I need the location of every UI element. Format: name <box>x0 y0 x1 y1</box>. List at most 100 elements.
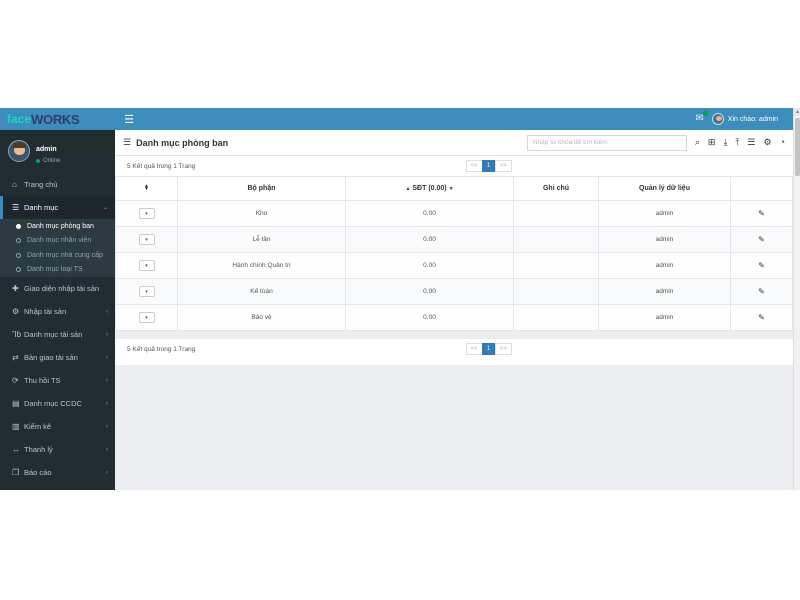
search-input[interactable] <box>526 134 687 151</box>
sidebar-subitem-danh-muc-nha-cung-cap[interactable]: Danh mục nhà cung cấp <box>0 248 115 263</box>
row-expand-button[interactable]: ▾ <box>138 312 155 323</box>
row-expand-button[interactable]: ▾ <box>138 208 155 219</box>
sidebar-subitem-label: Danh mục loại TS <box>27 266 83 274</box>
vertical-scrollbar[interactable]: ▲ <box>793 108 800 490</box>
upload-icon[interactable]: ⤒ <box>735 138 739 147</box>
table-row[interactable]: ▾ Hành chính Quản trị 0.00 admin ✎ <box>115 252 793 279</box>
messages-badge <box>702 111 708 116</box>
user-menu[interactable]: Xin chào: admin <box>711 113 778 125</box>
pagination-page-1[interactable]: 1 <box>481 160 496 172</box>
sidebar-user-status: Online <box>36 158 60 164</box>
cell-actions[interactable]: ✎ <box>730 200 793 227</box>
bullet-icon <box>16 252 21 258</box>
column-header-quan-ly-du-lieu[interactable]: Quản lý dữ liệu <box>598 176 731 201</box>
chevron-left-icon: ‹ <box>106 308 108 315</box>
sidebar-item-thanh-ly[interactable]: ↔ Thanh lý ‹ <box>0 438 115 461</box>
cell-actions[interactable]: ✎ <box>730 252 793 279</box>
cell-sdt: 0.00 <box>345 226 514 253</box>
sidebar-subitem-label: Danh mục nhà cung cấp <box>27 251 103 259</box>
table-body: ▾ Kho 0.00 admin ✎ ▾ Lễ tân 0.00 admin ✎ <box>115 200 793 331</box>
pagination-next-button[interactable]: >> <box>494 160 512 172</box>
row-expand-button[interactable]: ▾ <box>138 234 155 245</box>
chevron-left-icon: ‹ <box>106 469 108 476</box>
download-icon[interactable]: ⤓ <box>723 138 727 147</box>
transfer-icon: ⇄ <box>12 353 19 362</box>
cell-sdt: 0.00 <box>345 278 514 305</box>
sidebar-item-kiem-ke[interactable]: ▥ Kiểm kê ‹ <box>0 415 115 438</box>
table-row[interactable]: ▾ Lễ tân 0.00 admin ✎ <box>115 226 793 253</box>
sidebar-subitem-label: Danh mục nhân viên <box>27 237 92 245</box>
row-toggle-cell[interactable]: ▾ <box>115 304 178 331</box>
bullet-icon <box>16 223 21 229</box>
sidebar-item-trang-chu[interactable]: ⌂ Trang chủ <box>0 173 115 196</box>
sort-indicator-icon[interactable]: ▲ ▼ <box>144 184 149 192</box>
add-icon[interactable]: ⊞ <box>708 138 716 147</box>
sidebar-item-ban-giao-tai-san[interactable]: ⇄ Bàn giao tài sản ‹ <box>0 346 115 369</box>
row-toggle-cell[interactable]: ▾ <box>115 278 178 305</box>
column-header-select[interactable]: ▲ ▼ <box>115 176 178 201</box>
edit-icon[interactable]: ✎ <box>758 235 765 244</box>
sidebar-item-label: Giao diện nhập tài sản <box>24 284 100 293</box>
sidebar-item-bao-cao[interactable]: ❐ Báo cáo ‹ <box>0 461 115 484</box>
sidebar-user-panel[interactable]: admin Online <box>0 130 115 173</box>
sidebar-item-label: Danh mục CCDC <box>24 399 82 408</box>
clipboard-icon: ▥ <box>12 422 20 431</box>
bank-icon: Ἵb <box>12 330 22 339</box>
search-icon[interactable]: ⌕ <box>695 138 700 147</box>
sidebar-subitem-danh-muc-phong-ban[interactable]: Danh mục phòng ban <box>0 219 115 234</box>
column-header-sdt[interactable]: ▲ SĐT (0.00) ▼ <box>345 176 514 201</box>
sidebar-item-label: Báo cáo <box>24 468 52 477</box>
sidebar-item-giao-dien-nhap-tai-san[interactable]: ✚ Giao diện nhập tài sản <box>0 277 115 300</box>
settings-icon[interactable]: ⚙ <box>763 138 771 147</box>
row-toggle-cell[interactable]: ▾ <box>115 226 178 253</box>
messages-icon[interactable]: ✉ <box>695 111 708 124</box>
cell-actions[interactable]: ✎ <box>730 226 793 253</box>
cell-actions[interactable]: ✎ <box>730 304 793 331</box>
scroll-up-button[interactable]: ▲ <box>794 108 800 116</box>
cell-quan-ly: admin <box>598 252 731 279</box>
cell-actions[interactable]: ✎ <box>730 278 793 305</box>
scrollbar-thumb[interactable] <box>795 118 800 176</box>
brand-logo[interactable]: face WORKS <box>0 108 115 130</box>
gear-icon: ⚙ <box>12 307 20 316</box>
sort-desc-icon[interactable]: ▼ <box>449 186 454 192</box>
sidebar-toggle-button[interactable]: ☰ <box>120 110 138 128</box>
chart-icon[interactable]: ◔ <box>780 138 785 147</box>
pagination-prev-button[interactable]: << <box>465 343 483 355</box>
table-row[interactable]: ▾ Kho 0.00 admin ✎ <box>115 200 793 227</box>
edit-icon[interactable]: ✎ <box>758 261 765 270</box>
sidebar-item-not-view[interactable]: ⚙ NOT VIEW ‹ <box>0 484 115 490</box>
edit-icon[interactable]: ✎ <box>758 313 765 322</box>
cell-quan-ly: admin <box>598 278 731 305</box>
table-row[interactable]: ▾ Bảo vệ 0.00 admin ✎ <box>115 304 793 331</box>
top-pagination-bar: 5 Kết quả trong 1 Trang << 1 >> <box>115 156 793 176</box>
column-header-actions <box>730 176 793 201</box>
sidebar-item-label: Bàn giao tài sản <box>24 353 78 362</box>
row-expand-button[interactable]: ▾ <box>138 286 155 297</box>
pagination-prev-button[interactable]: << <box>465 160 483 172</box>
sidebar-item-danh-muc[interactable]: ☰ Danh mục ⌄ <box>0 196 115 219</box>
report-icon: ❐ <box>12 468 20 477</box>
column-header-bo-phan[interactable]: Bộ phận <box>177 176 346 201</box>
sidebar-subitem-danh-muc-nhan-vien[interactable]: Danh mục nhân viên <box>0 234 115 249</box>
sidebar-subitem-danh-muc-loai-ts[interactable]: Danh mục loại TS <box>0 263 115 278</box>
sidebar-item-danh-muc-ccdc[interactable]: ▤ Danh mục CCDC ‹ <box>0 392 115 415</box>
sidebar-item-label: Nhập tài sản <box>24 307 67 316</box>
edit-icon[interactable]: ✎ <box>758 287 765 296</box>
pagination-next-button[interactable]: >> <box>494 343 512 355</box>
search-and-tools: ⌕ ⊞ ⤓ ⤒ ☰ ⚙ ◔ <box>526 134 785 151</box>
row-toggle-cell[interactable]: ▾ <box>115 200 178 227</box>
edit-icon[interactable]: ✎ <box>758 209 765 218</box>
sidebar-item-danh-muc-tai-san[interactable]: Ἵb Danh mục tài sản ‹ <box>0 323 115 346</box>
sort-asc-icon[interactable]: ▲ <box>405 186 410 192</box>
table-row[interactable]: ▾ Kế toán 0.00 admin ✎ <box>115 278 793 305</box>
pagination-page-1[interactable]: 1 <box>481 343 496 355</box>
list-icon: ☰ <box>12 203 20 212</box>
row-toggle-cell[interactable]: ▾ <box>115 252 178 279</box>
list-icon[interactable]: ☰ <box>747 138 755 147</box>
sidebar-item-thu-hoi-ts[interactable]: ⟳ Thu hồi TS ‹ <box>0 369 115 392</box>
row-expand-button[interactable]: ▾ <box>138 260 155 271</box>
chevron-left-icon: ‹ <box>106 354 108 361</box>
column-header-ghi-chu[interactable]: Ghi chú <box>513 176 599 201</box>
sidebar-item-nhap-tai-san[interactable]: ⚙ Nhập tài sản ‹ <box>0 300 115 323</box>
